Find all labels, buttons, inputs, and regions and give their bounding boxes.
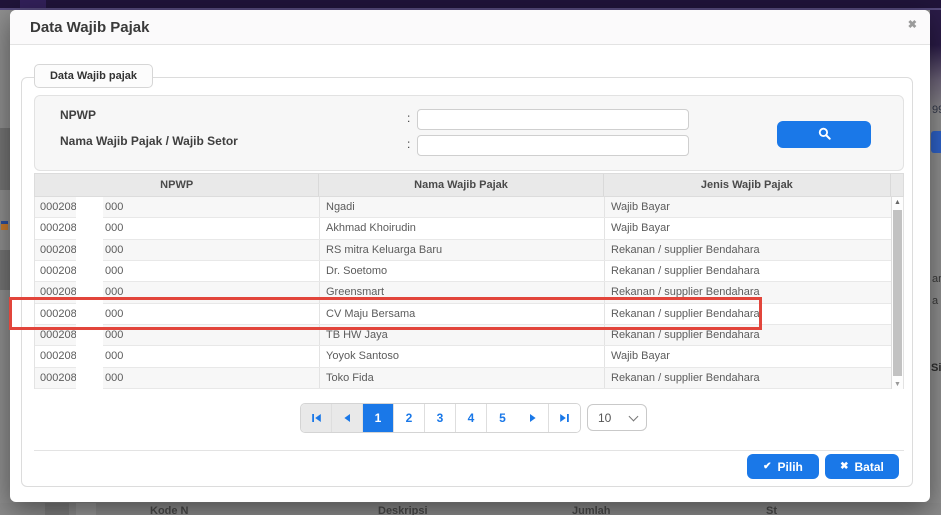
backdrop-fragment-ar: ar [932, 273, 941, 285]
backdrop-left-block [0, 128, 10, 190]
backdrop-column-fragment: Kode N [150, 505, 189, 515]
modal-header: Data Wajib Pajak ✖ [10, 10, 930, 45]
npwp-input[interactable] [417, 109, 689, 130]
taxpayer-table: NPWP Nama Wajib Pajak Jenis Wajib Pajak … [34, 173, 904, 389]
npwp-suffix: 000 [105, 222, 123, 234]
pagination-next-button[interactable] [518, 404, 549, 432]
npwp-suffix: 000 [105, 329, 123, 341]
backdrop-bottom: Kode N Deskripsi Jumlah St [0, 503, 941, 515]
backdrop-right [930, 10, 941, 515]
npwp-suffix: 000 [105, 265, 123, 277]
backdrop-fragment-a: a [932, 295, 938, 307]
table-row[interactable]: 00020881000Yoyok SantosoWajib Bayar [35, 346, 903, 367]
colon: : [407, 137, 410, 151]
redaction-overlay [76, 197, 103, 389]
table-row[interactable]: 00020881000NgadiWajib Bayar [35, 197, 903, 218]
background-navbar-item [20, 0, 46, 8]
page-button-4[interactable]: 4 [456, 404, 487, 432]
npwp-suffix: 000 [105, 244, 123, 256]
table-row[interactable]: 00020881000Toko FidaRekanan / supplier B… [35, 368, 903, 389]
table-body: 00020881000NgadiWajib Bayar00020881000Ak… [34, 197, 904, 389]
backdrop-column-fragment: Deskripsi [378, 505, 428, 515]
backdrop-button-fragment [931, 131, 941, 153]
pilih-button[interactable]: ✔ Pilih [747, 454, 819, 479]
search-form: NPWP Nama Wajib Pajak / Wajib Setor : : [34, 95, 904, 171]
chevron-down-icon [629, 412, 639, 422]
backdrop-bottom-square [76, 503, 96, 515]
backdrop-column-fragment: St [766, 505, 777, 515]
backdrop-left-block [0, 250, 10, 290]
highlight-box [9, 297, 762, 330]
pagination-first-button[interactable] [301, 404, 332, 432]
page-button-3[interactable]: 3 [425, 404, 456, 432]
npwp-suffix: 000 [105, 372, 123, 384]
page-button-1[interactable]: 1 [363, 404, 394, 432]
pagination-prev-button[interactable] [332, 404, 363, 432]
backdrop-fragment-si: Si [931, 362, 941, 374]
scroll-up-icon[interactable]: ▲ [892, 199, 903, 206]
header-scroll-corner [891, 174, 903, 196]
nama-input[interactable] [417, 135, 689, 156]
scrollbar-thumb[interactable] [893, 210, 902, 376]
type-cell: Rekanan / supplier Bendahara [605, 368, 893, 388]
name-cell: Toko Fida [320, 368, 605, 388]
pilih-label: Pilih [778, 460, 803, 474]
close-icon[interactable]: ✖ [908, 18, 917, 31]
modal-title: Data Wajib Pajak [30, 19, 150, 36]
check-icon: ✔ [763, 461, 771, 472]
page-size-select[interactable]: 10 [587, 404, 647, 431]
table-header: NPWP Nama Wajib Pajak Jenis Wajib Pajak [34, 173, 904, 197]
backdrop-column-fragment: Jumlah [572, 505, 611, 515]
name-cell: Ngadi [320, 197, 605, 217]
name-cell: Yoyok Santoso [320, 346, 605, 366]
pagination: 12345 [300, 403, 581, 433]
type-cell: Rekanan / supplier Bendahara [605, 240, 893, 260]
page-size-value: 10 [598, 411, 611, 425]
backdrop-bottom-square [45, 503, 69, 515]
screen: 99 ar a Si Kode N Deskripsi Jumlah St Da… [0, 0, 941, 515]
backdrop-fragment-number: 99 [932, 104, 941, 116]
type-cell: Wajib Bayar [605, 218, 893, 238]
name-cell: Akhmad Khoirudin [320, 218, 605, 238]
table-row[interactable]: 00020881000Dr. SoetomoRekanan / supplier… [35, 261, 903, 282]
page-buttons: 12345 [363, 404, 518, 432]
npwp-suffix: 000 [105, 201, 123, 213]
column-header-jenis: Jenis Wajib Pajak [604, 174, 891, 196]
search-button[interactable] [777, 121, 871, 148]
page-button-5[interactable]: 5 [487, 404, 518, 432]
tab-data-wajib-pajak[interactable]: Data Wajib pajak [34, 64, 153, 88]
search-icon [818, 127, 831, 143]
cross-icon: ✖ [840, 461, 848, 472]
data-wajib-pajak-modal: Data Wajib Pajak ✖ Data Wajib pajak NPWP… [10, 10, 930, 502]
npwp-label: NPWP [60, 108, 96, 122]
name-cell: RS mitra Keluarga Baru [320, 240, 605, 260]
batal-button[interactable]: ✖ Batal [825, 454, 899, 479]
page-button-2[interactable]: 2 [394, 404, 425, 432]
panel-divider [34, 450, 904, 451]
type-cell: Wajib Bayar [605, 197, 893, 217]
scroll-down-icon[interactable]: ▼ [892, 381, 903, 388]
backdrop-left-logo [1, 221, 8, 230]
tab-panel: Data Wajib pajak NPWP Nama Wajib Pajak /… [21, 77, 913, 487]
type-cell: Wajib Bayar [605, 346, 893, 366]
nama-label: Nama Wajib Pajak / Wajib Setor [60, 134, 238, 148]
column-header-nama: Nama Wajib Pajak [319, 174, 603, 196]
table-scrollbar[interactable]: ▲ ▼ [891, 197, 903, 389]
table-row[interactable]: 00020881000Akhmad KhoirudinWajib Bayar [35, 218, 903, 239]
column-header-npwp: NPWP [35, 174, 319, 196]
colon: : [407, 111, 410, 125]
pagination-last-button[interactable] [549, 404, 580, 432]
name-cell: Dr. Soetomo [320, 261, 605, 281]
table-row[interactable]: 00020881000RS mitra Keluarga BaruRekanan… [35, 240, 903, 261]
npwp-suffix: 000 [105, 350, 123, 362]
batal-label: Batal [855, 460, 884, 474]
type-cell: Rekanan / supplier Bendahara [605, 261, 893, 281]
